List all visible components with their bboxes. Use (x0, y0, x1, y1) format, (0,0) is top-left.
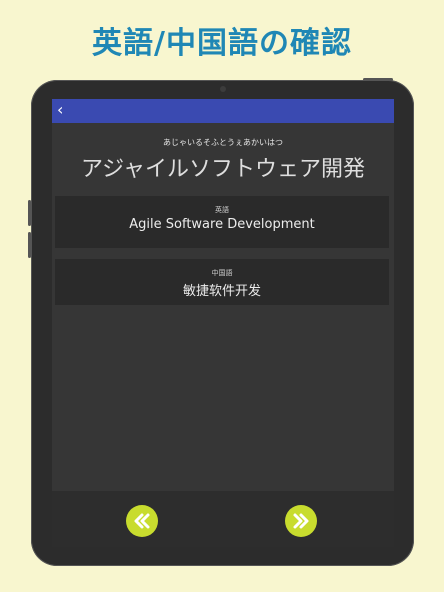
promo-title: 英語/中国語の確認 (92, 26, 352, 61)
double-chevron-left-icon (134, 513, 150, 529)
english-value: Agile Software Development (129, 217, 315, 232)
english-label: 英語 (215, 206, 229, 214)
volume-button (28, 200, 31, 226)
app-screen: ‹ あじゃいるそふとうぇあかいはつ アジャイルソフトウェア開発 英語 Agile… (52, 99, 394, 547)
chinese-card: 中国語 敏捷软件开发 (55, 259, 389, 305)
power-button (363, 78, 393, 81)
tablet-frame: ‹ あじゃいるそふとうぇあかいはつ アジャイルソフトウェア開発 英語 Agile… (28, 78, 414, 566)
volume-button (28, 232, 31, 258)
english-card: 英語 Agile Software Development (55, 196, 389, 248)
bottom-nav-bar (52, 491, 394, 547)
previous-button[interactable] (126, 505, 158, 537)
chinese-label: 中国語 (211, 269, 233, 277)
next-button[interactable] (285, 505, 317, 537)
chinese-value: 敏捷软件开发 (182, 284, 261, 299)
double-chevron-right-icon (293, 513, 309, 529)
camera-dot (220, 86, 226, 92)
term-title: アジャイルソフトウェア開発 (80, 157, 366, 182)
term-reading: あじゃいるそふとうぇあかいはつ (163, 138, 283, 147)
chevron-left-icon[interactable]: ‹ (57, 100, 63, 120)
app-bar: ‹ (52, 99, 394, 123)
